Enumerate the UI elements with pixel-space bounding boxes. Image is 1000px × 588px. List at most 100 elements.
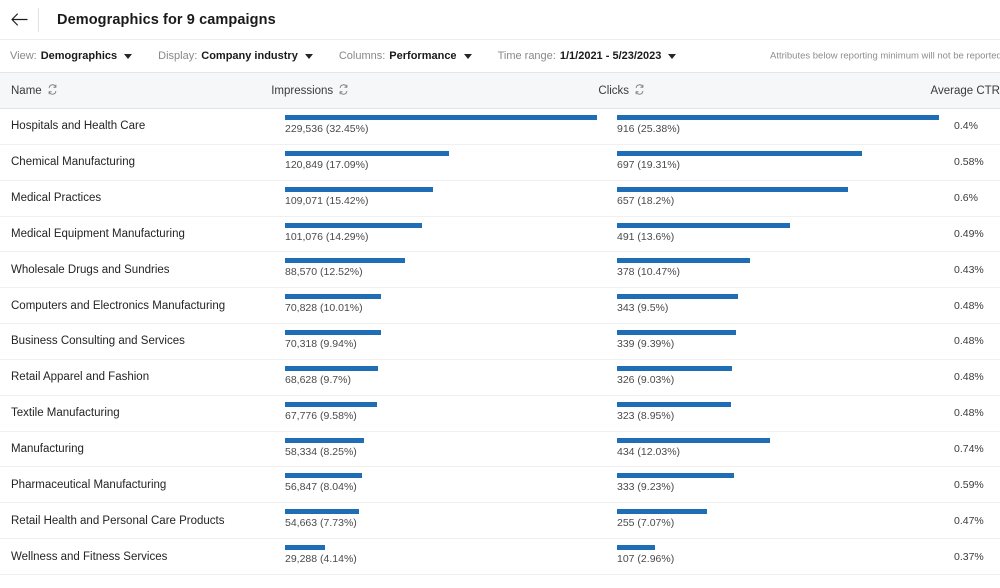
clicks-value: 434 (12.03%) <box>617 445 681 458</box>
cell-impressions: 109,071 (15.42%) <box>275 181 607 216</box>
cell-impressions: 68,628 (9.7%) <box>275 360 607 395</box>
cell-average-ctr: 0.48% <box>954 299 984 312</box>
cell-name: Medical Equipment Manufacturing <box>11 227 185 240</box>
impressions-bar <box>285 365 379 371</box>
impressions-bar <box>285 509 360 515</box>
cell-average-ctr: 0.6% <box>954 192 978 205</box>
clicks-value: 378 (10.47%) <box>617 266 681 279</box>
cell-name: Computers and Electronics Manufacturing <box>11 299 226 312</box>
column-header-average-ctr[interactable]: Average CTR <box>931 85 1000 97</box>
impressions-value: 70,318 (9.94%) <box>285 338 357 351</box>
table-row[interactable]: Textile Manufacturing 67,776 (9.58%) 323 (… <box>0 395 1000 432</box>
clicks-bar <box>617 150 862 156</box>
cell-name: Retail Health and Personal Care Products <box>11 514 225 527</box>
time-range-selector[interactable]: Time range: 1/1/2021 - 5/23/2023 <box>498 50 677 62</box>
clicks-value: 343 (9.5%) <box>617 302 669 315</box>
filter-toolbar: View: Demographics Display: Company indu… <box>0 39 1000 72</box>
impressions-bar <box>285 258 406 264</box>
cell-name: Wholesale Drugs and Sundries <box>11 263 170 276</box>
impressions-bar <box>285 401 378 407</box>
impressions-value: 68,628 (9.7%) <box>285 373 351 386</box>
columns-selector-value: Performance <box>389 50 457 62</box>
impressions-value: 58,334 (8.25%) <box>285 445 357 458</box>
clicks-value: 323 (8.95%) <box>617 409 675 422</box>
table-row[interactable]: Chemical Manufacturing 120,849 (17.09%) 69… <box>0 144 1000 181</box>
cell-clicks: 107 (2.96%) <box>607 539 944 574</box>
impressions-value: 54,663 (7.73%) <box>285 517 357 530</box>
table-row[interactable]: Medical Practices 109,071 (15.42%) 657 (18… <box>0 180 1000 217</box>
clicks-bar <box>617 437 770 443</box>
table-row[interactable]: Business Consulting and Services 70,318 (… <box>0 324 1000 360</box>
cell-impressions: 29,288 (4.14%) <box>275 539 607 574</box>
cell-clicks: 916 (25.38%) <box>607 109 944 144</box>
column-header-name-label: Name <box>11 84 42 97</box>
column-header-impressions[interactable]: Impressions <box>271 83 598 98</box>
cell-average-ctr: 0.48% <box>954 335 984 348</box>
chevron-down-icon <box>668 54 677 59</box>
time-range-selector-label: Time range: <box>497 50 556 62</box>
clicks-value: 697 (19.31%) <box>617 158 681 171</box>
cell-average-ctr: 0.48% <box>954 407 984 420</box>
clicks-bar <box>617 186 848 192</box>
display-selector[interactable]: Display: Company industry <box>158 50 313 62</box>
clicks-bar <box>617 258 750 264</box>
table-row[interactable]: Wholesale Drugs and Sundries 88,570 (12.5… <box>0 252 1000 289</box>
columns-selector[interactable]: Columns: Performance <box>339 50 472 62</box>
table-body: Hospitals and Health Care 229,536 (32.45%… <box>0 109 1000 575</box>
column-header-clicks[interactable]: Clicks <box>598 83 930 98</box>
clicks-value: 255 (7.07%) <box>617 517 675 530</box>
impressions-bar <box>285 294 382 300</box>
cell-average-ctr: 0.49% <box>954 227 984 240</box>
cell-average-ctr: 0.47% <box>954 514 984 527</box>
table-row[interactable]: Pharmaceutical Manufacturing 56,847 (8.04… <box>0 467 1000 504</box>
time-range-selector-value: 1/1/2021 - 5/23/2023 <box>559 50 662 62</box>
cell-average-ctr: 0.4% <box>954 120 978 133</box>
clicks-bar <box>617 330 737 336</box>
cell-impressions: 67,776 (9.58%) <box>275 396 607 431</box>
clicks-bar <box>617 222 790 228</box>
impressions-value: 29,288 (4.14%) <box>285 553 357 566</box>
table-row[interactable]: Computers and Electronics Manufacturing 7… <box>0 288 1000 325</box>
back-button[interactable] <box>0 1 38 39</box>
cell-clicks: 255 (7.07%) <box>607 503 944 538</box>
title-divider <box>38 7 39 32</box>
column-header-name[interactable]: Name <box>0 83 271 98</box>
impressions-value: 120,849 (17.09%) <box>285 158 369 171</box>
clicks-value: 326 (9.03%) <box>617 373 675 386</box>
cell-name: Chemical Manufacturing <box>11 156 136 169</box>
cell-clicks: 323 (8.95%) <box>607 396 944 431</box>
columns-selector-label: Columns: <box>338 50 386 62</box>
table-row[interactable]: Retail Apparel and Fashion 68,628 (9.7%) 3… <box>0 359 1000 396</box>
title-bar: Demographics for 9 campaigns <box>0 0 1000 39</box>
display-selector-value: Company industry <box>201 50 298 62</box>
clicks-value: 491 (13.6%) <box>617 230 675 243</box>
cell-clicks: 326 (9.03%) <box>607 360 944 395</box>
table-row[interactable]: Hospitals and Health Care 229,536 (32.45%… <box>0 109 1000 145</box>
cell-name: Wellness and Fitness Services <box>11 550 168 563</box>
cell-impressions: 101,076 (14.29%) <box>275 217 607 252</box>
view-selector[interactable]: View: Demographics <box>10 50 133 62</box>
cell-clicks: 378 (10.47%) <box>607 252 944 287</box>
clicks-value: 107 (2.96%) <box>617 553 675 566</box>
arrow-left-icon <box>10 12 28 27</box>
cell-clicks: 434 (12.03%) <box>607 432 944 467</box>
cell-impressions: 120,849 (17.09%) <box>275 145 607 180</box>
impressions-value: 56,847 (8.04%) <box>285 481 357 494</box>
cell-average-ctr: 0.37% <box>954 550 984 563</box>
impressions-bar <box>285 150 450 156</box>
table-row[interactable]: Retail Health and Personal Care Products… <box>0 503 1000 540</box>
table-row[interactable]: Manufacturing 58,334 (8.25%) 434 (12.03%) 0… <box>0 431 1000 468</box>
cell-average-ctr: 0.74% <box>954 443 984 456</box>
table-row[interactable]: Wellness and Fitness Services 29,288 (4.1… <box>0 539 1000 575</box>
cell-clicks: 339 (9.39%) <box>607 324 944 359</box>
cell-clicks: 697 (19.31%) <box>607 145 944 180</box>
chevron-down-icon <box>304 54 313 59</box>
impressions-value: 229,536 (32.45%) <box>285 123 369 135</box>
impressions-bar <box>285 222 423 228</box>
cell-impressions: 58,334 (8.25%) <box>275 432 607 467</box>
impressions-bar <box>285 115 597 120</box>
table-row[interactable]: Medical Equipment Manufacturing 101,076 (… <box>0 216 1000 253</box>
cell-name: Pharmaceutical Manufacturing <box>11 478 167 491</box>
cell-impressions: 88,570 (12.52%) <box>275 252 607 287</box>
clicks-value: 333 (9.23%) <box>617 481 675 494</box>
